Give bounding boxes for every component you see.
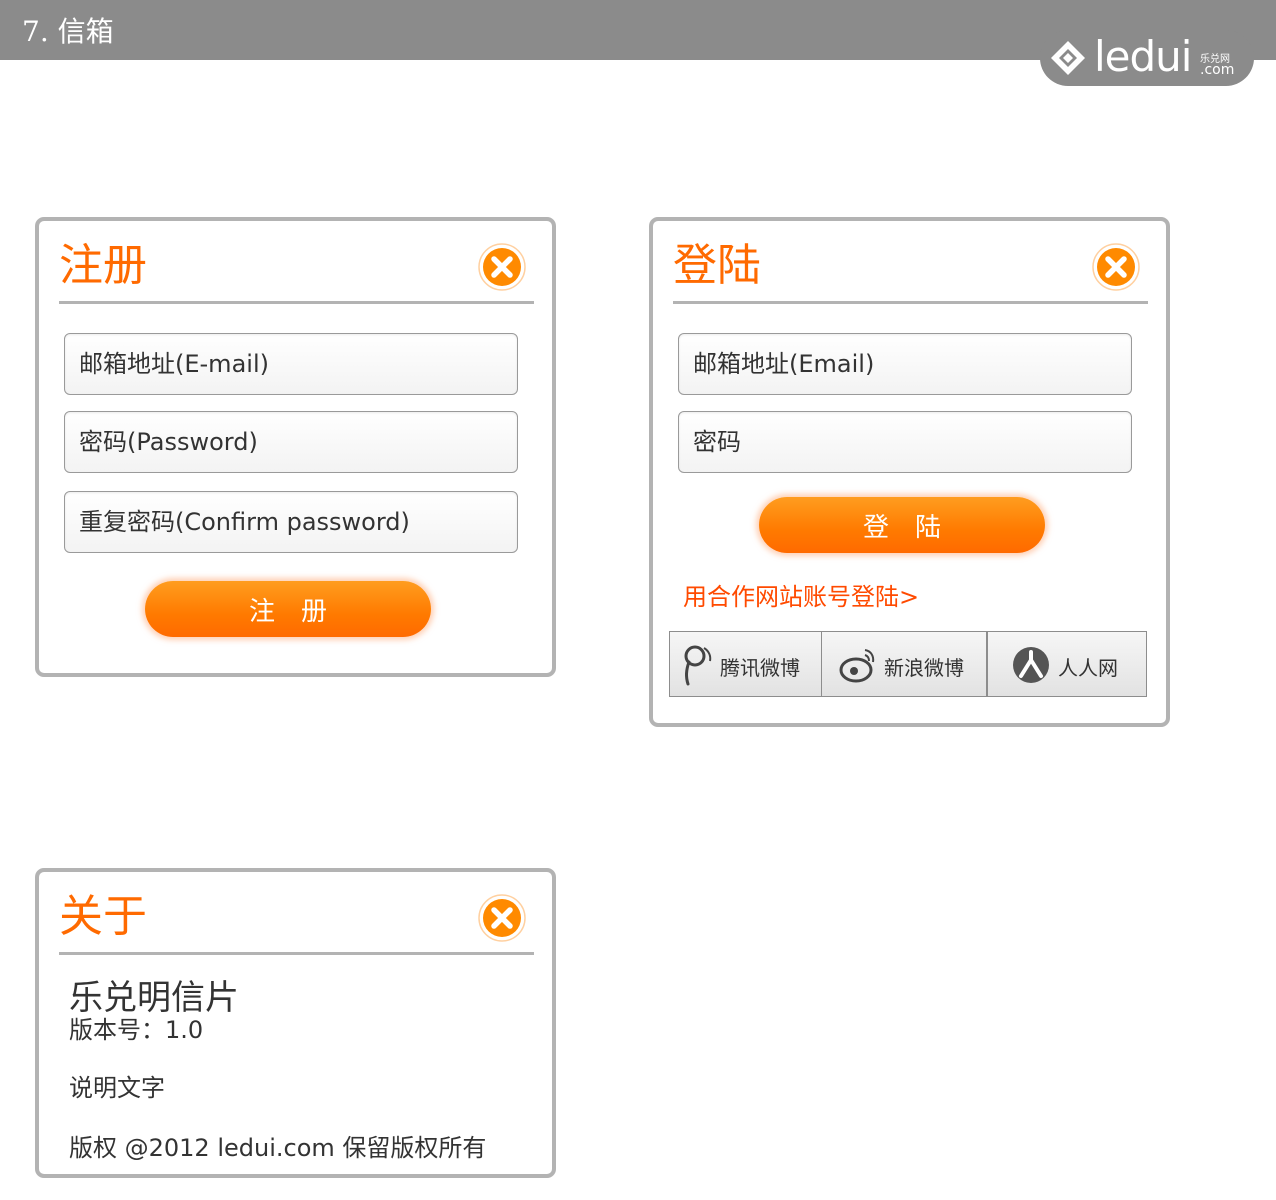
logo-domain-text: .com <box>1200 62 1235 78</box>
social-login-row: 腾讯微博 新浪微博 人人网 <box>669 631 1149 697</box>
title-divider <box>59 301 534 304</box>
confirm-password-field[interactable] <box>64 491 518 553</box>
description-text: 说明文字 <box>69 1074 165 1102</box>
tencent-weibo-icon <box>684 645 712 686</box>
social-label: 新浪微博 <box>884 656 964 680</box>
email-field[interactable] <box>678 333 1132 395</box>
close-icon[interactable] <box>478 243 526 291</box>
sina-weibo-button[interactable]: 新浪微博 <box>821 631 987 697</box>
register-title: 注册 <box>59 240 147 291</box>
sina-weibo-icon <box>839 649 875 683</box>
renren-button[interactable]: 人人网 <box>987 631 1147 697</box>
logo-diamond-icon <box>1051 41 1085 75</box>
title-divider <box>59 952 534 955</box>
partner-login-link[interactable]: 用合作网站账号登陆> <box>683 577 919 612</box>
close-icon[interactable] <box>478 894 526 942</box>
login-button[interactable]: 登陆 <box>759 497 1045 553</box>
login-dialog: 登陆 登陆 用合作网站账号登陆> 腾讯微博 新浪微博 <box>649 217 1170 727</box>
email-field[interactable] <box>64 333 518 395</box>
close-icon[interactable] <box>1092 243 1140 291</box>
social-label: 人人网 <box>1058 656 1118 680</box>
title-divider <box>673 301 1148 304</box>
password-field[interactable] <box>678 411 1132 473</box>
register-button[interactable]: 注册 <box>145 581 431 637</box>
about-dialog: 关于 乐兑明信片 版本号：1.0 说明文字 版权 @2012 ledui.com… <box>35 868 556 1178</box>
renren-icon <box>1013 647 1049 683</box>
tencent-weibo-button[interactable]: 腾讯微博 <box>669 631 823 697</box>
version-text: 版本号：1.0 <box>69 1016 204 1044</box>
login-title: 登陆 <box>673 240 761 291</box>
social-label: 腾讯微博 <box>720 656 800 680</box>
ledui-logo[interactable]: ledui 乐兑网 .com <box>1040 30 1254 86</box>
copyright-text: 版权 @2012 ledui.com 保留版权所有 <box>69 1134 487 1162</box>
page-title: 7. 信箱 <box>22 15 114 48</box>
logo-wordmark: ledui <box>1094 32 1192 81</box>
password-field[interactable] <box>64 411 518 473</box>
about-title: 关于 <box>59 891 147 942</box>
register-dialog: 注册 注册 <box>35 217 556 677</box>
